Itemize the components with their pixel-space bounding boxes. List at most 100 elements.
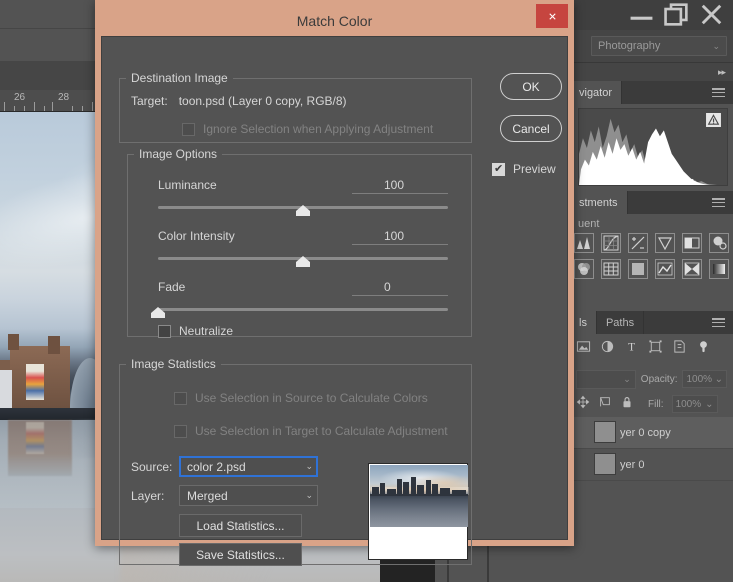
layer-label: Layer: xyxy=(131,489,164,503)
color-intensity-value[interactable]: 100 xyxy=(352,229,448,245)
color-intensity-slider[interactable] xyxy=(158,257,448,260)
image-icon[interactable] xyxy=(576,339,591,359)
layers-panel: ls Paths T xyxy=(570,311,733,582)
chevron-down-icon: ⌄ xyxy=(305,490,313,501)
window-controls xyxy=(624,2,729,26)
layer-name: yer 0 copy xyxy=(620,427,671,439)
color-intensity-slider-thumb[interactable] xyxy=(296,256,310,267)
adjustments-panel: stments uent xyxy=(570,191,733,311)
chevron-down-icon: ⌄ xyxy=(712,41,720,52)
workspace-selector[interactable]: Photography ⌄ xyxy=(591,36,727,56)
source-select[interactable]: color 2.psd ⌄ xyxy=(179,456,318,477)
invert-icon[interactable] xyxy=(682,259,702,279)
channel-mixer-icon[interactable] xyxy=(655,259,675,279)
dialog-titlebar: Match Color xyxy=(101,6,568,36)
dialog-close-button[interactable] xyxy=(536,4,568,28)
blend-mode-row: ⌄ Opacity: 100% ⌄ xyxy=(570,367,733,391)
neutralize-row[interactable]: Neutralize xyxy=(158,324,233,338)
fade-label: Fade xyxy=(158,280,185,294)
ok-button-label: OK xyxy=(522,80,539,94)
shape-icon[interactable] xyxy=(648,339,663,359)
gradient-map-icon[interactable] xyxy=(709,259,729,279)
list-item[interactable]: yer 0 xyxy=(570,449,733,481)
tab-layers[interactable]: ls xyxy=(570,311,597,334)
text-icon[interactable]: T xyxy=(624,339,639,359)
chevron-down-icon: ⌄ xyxy=(305,461,313,472)
preview-checkbox[interactable] xyxy=(492,163,505,176)
minimize-icon[interactable] xyxy=(624,2,659,26)
luminance-slider[interactable] xyxy=(158,206,448,209)
fade-slider[interactable] xyxy=(158,308,448,311)
layer-thumbnail xyxy=(594,453,616,475)
dialog-body: OK Cancel Preview Destination Image Targ… xyxy=(101,36,568,540)
tab-navigator[interactable]: vigator xyxy=(570,81,622,104)
adjustments-hint-label: uent xyxy=(578,218,599,230)
ruler-label-28: 28 xyxy=(58,92,69,103)
target-value: toon.psd (Layer 0 copy, RGB/8) xyxy=(179,94,347,108)
levels-icon[interactable] xyxy=(574,233,594,253)
color-balance-icon[interactable] xyxy=(574,259,594,279)
cancel-button-label: Cancel xyxy=(512,122,549,136)
restore-icon[interactable] xyxy=(659,2,694,26)
preview-checkbox-row[interactable]: Preview xyxy=(492,162,556,176)
page-title: Match Color xyxy=(297,13,372,29)
neutralize-checkbox[interactable] xyxy=(158,325,171,338)
mask-icon[interactable] xyxy=(672,339,687,359)
target-label: Target: xyxy=(131,94,168,108)
use-selection-target-row: Use Selection in Target to Calculate Adj… xyxy=(174,424,448,438)
panel-menu-icon[interactable] xyxy=(712,311,733,334)
fx-icon[interactable] xyxy=(696,339,711,359)
photo-filter-icon[interactable] xyxy=(709,233,729,253)
brightness-contrast-icon[interactable] xyxy=(682,233,702,253)
image-statistics-legend: Image Statistics xyxy=(126,357,221,371)
color-intensity-slider-block: Color Intensity 100 xyxy=(158,229,448,260)
histogram-graph xyxy=(578,108,728,186)
destination-image-group: Destination Image Target: toon.psd (Laye… xyxy=(119,71,472,143)
artboard-lock-icon[interactable] xyxy=(598,395,612,414)
neutralize-label: Neutralize xyxy=(179,324,233,338)
panel-menu-icon[interactable] xyxy=(712,191,733,214)
adjustment-icon[interactable] xyxy=(600,339,615,359)
load-statistics-button[interactable]: Load Statistics... xyxy=(179,514,302,537)
warning-icon[interactable] xyxy=(706,113,721,127)
tab-adjustments[interactable]: stments xyxy=(570,191,628,214)
layer-thumbnail xyxy=(594,421,616,443)
curves-icon[interactable] xyxy=(601,233,621,253)
use-selection-target-label: Use Selection in Target to Calculate Adj… xyxy=(195,424,448,438)
photoshop-window: 26 28 xyxy=(0,0,733,582)
move-lock-icon[interactable] xyxy=(576,395,590,414)
fill-field[interactable]: 100% ⌄ xyxy=(672,395,718,413)
panel-menu-icon[interactable] xyxy=(712,81,733,104)
pattern-icon[interactable] xyxy=(601,259,621,279)
use-selection-source-label: Use Selection in Source to Calculate Col… xyxy=(195,391,428,405)
image-options-legend: Image Options xyxy=(134,147,222,161)
chevron-down-icon: ⌄ xyxy=(705,399,713,410)
collapse-panels-button[interactable]: ▸▸ xyxy=(570,63,733,81)
luminance-value[interactable]: 100 xyxy=(352,178,448,194)
cancel-button[interactable]: Cancel xyxy=(500,115,562,142)
opacity-field[interactable]: 100% ⌄ xyxy=(682,370,727,388)
layers-filter-toolbar: T xyxy=(570,334,733,364)
close-icon[interactable] xyxy=(694,2,729,26)
list-item[interactable]: yer 0 copy xyxy=(570,417,733,449)
ok-button[interactable]: OK xyxy=(500,73,562,100)
vibrance-icon[interactable] xyxy=(655,233,675,253)
source-label: Source: xyxy=(131,460,172,474)
fade-value[interactable]: 0 xyxy=(352,280,448,296)
save-statistics-button[interactable]: Save Statistics... xyxy=(179,543,302,566)
use-selection-source-checkbox xyxy=(174,392,187,405)
exposure-icon[interactable] xyxy=(628,233,648,253)
lock-icon[interactable] xyxy=(620,395,634,414)
save-statistics-label: Save Statistics... xyxy=(196,548,285,562)
fade-slider-thumb[interactable] xyxy=(151,307,165,318)
layer-value: Merged xyxy=(187,489,228,503)
luminance-slider-thumb[interactable] xyxy=(296,205,310,216)
tab-paths[interactable]: Paths xyxy=(597,311,644,334)
hue-saturation-icon[interactable] xyxy=(628,259,648,279)
right-panel-column: Photography ⌄ ▸▸ vigator xyxy=(570,0,733,582)
layer-select[interactable]: Merged ⌄ xyxy=(179,485,318,506)
blend-mode-select[interactable]: ⌄ xyxy=(576,370,636,389)
use-selection-source-row: Use Selection in Source to Calculate Col… xyxy=(174,391,428,405)
destination-image-legend: Destination Image xyxy=(126,71,233,85)
source-value: color 2.psd xyxy=(187,460,246,474)
